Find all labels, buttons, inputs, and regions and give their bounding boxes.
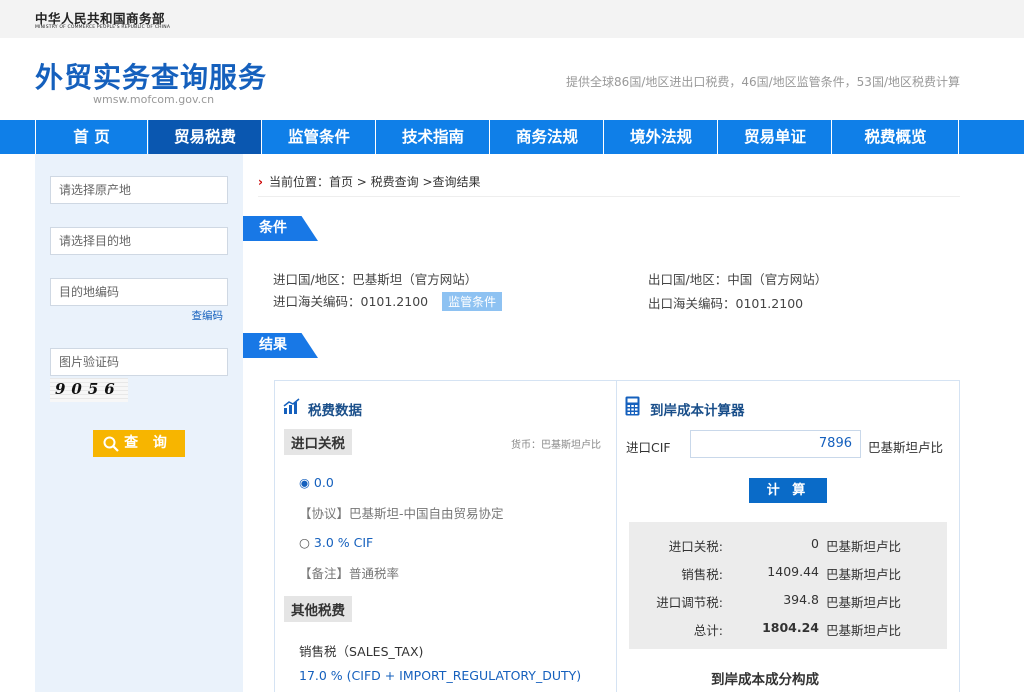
site-tagline: 提供全球86国/地区进出口税费，46国/地区监管条件，53国/地区税费计算 [566,75,960,89]
export-country[interactable]: 出口国/地区：中国（官方网站） [648,269,827,288]
result-unit: 巴基斯坦卢比 [826,567,902,582]
nav-trade-tax[interactable]: 贸易税费 [149,120,262,154]
query-sidebar: 请选择原产地 请选择目的地 目的地编码 查编码 图片验证码 9056 查 询 [35,154,243,692]
calc-result-box: 进口关税: 0 巴基斯坦卢比 销售税: 1409.44 巴基斯坦卢比 进口调节税… [629,522,947,649]
results-tab: 结果 [243,333,318,358]
cif-label: 进口CIF [626,440,671,455]
result-value: 1804.24 [762,620,819,635]
result-label: 进口关税: [668,539,723,554]
top-bar: 中华人民共和国商务部 MINISTRY OF COMMERCE PEOPLE'S… [0,0,1024,38]
import-duty-tag: 进口关税 [284,429,352,455]
result-import-duty: 进口关税: 0 巴基斯坦卢比 [629,536,947,556]
result-label: 进口调节税: [656,595,723,610]
radio-unchecked-icon[interactable]: ○ [299,535,310,550]
result-regulatory-duty: 进口调节税: 394.8 巴基斯坦卢比 [629,592,947,612]
captcha-input[interactable]: 图片验证码 [50,348,228,376]
rate-option-2-note: 【备注】普通税率 [299,566,400,581]
nav-trade-docs[interactable]: 贸易单证 [719,120,832,154]
breadcrumb: › 当前位置：首页 > 税费查询 >查询结果 [258,173,481,190]
nav-home[interactable]: 首 页 [35,120,148,154]
nav-tax-overview[interactable]: 税费概览 [833,120,959,154]
nav-tech-guide[interactable]: 技术指南 [377,120,490,154]
rate-option-2-value: 3.0 % CIF [313,535,374,550]
calculator-icon [625,396,640,416]
export-code: 出口海关编码：0101.2100 [648,296,804,311]
cif-input[interactable]: 7896 [690,430,861,458]
results-divider [616,380,617,692]
rate-option-1-value: 0.0 [313,475,334,490]
captcha-image[interactable]: 9056 [50,378,128,402]
result-label: 总计: [693,623,723,638]
main-nav: 首 页 贸易税费 监管条件 技术指南 商务法规 境外法规 贸易单证 税费概览 [0,120,1024,154]
result-label: 销售税: [681,567,723,582]
nav-commerce-law[interactable]: 商务法规 [491,120,604,154]
search-icon [103,436,119,452]
dest-code-input[interactable]: 目的地编码 [50,278,228,306]
currency-label: 货币：巴基斯坦卢比 [511,440,601,451]
nav-regulatory[interactable]: 监管条件 [263,120,376,154]
site-title[interactable]: 外贸实务查询服务 [35,56,267,96]
result-unit: 巴基斯坦卢比 [826,623,902,638]
rate-option-1-note: 【协议】巴基斯坦-中国自由贸易协定 [299,506,504,521]
other-tax-tag: 其他税费 [284,596,352,622]
import-country[interactable]: 进口国/地区：巴基斯坦（官方网站） [273,269,477,288]
result-unit: 巴基斯坦卢比 [826,539,902,554]
breadcrumb-divider [258,196,960,197]
import-code-row: 进口海关编码：0101.2100 监管条件 [273,291,503,311]
breadcrumb-text[interactable]: 当前位置：首页 > 税费查询 >查询结果 [269,175,481,189]
calculator-title: 到岸成本计算器 [650,403,745,419]
rate-option-1[interactable]: ◉ 0.0 [299,475,334,490]
result-value: 394.8 [783,592,819,607]
sales-tax-formula: 17.0 % (CIFD + IMPORT_REGULATORY_DUTY) [299,668,582,683]
sales-tax-label: 销售税（SALES_TAX) [299,644,424,659]
cif-unit: 巴基斯坦卢比 [868,440,944,455]
result-unit: 巴基斯坦卢比 [826,595,902,610]
chart-icon [283,398,300,414]
destination-select[interactable]: 请选择目的地 [50,227,228,255]
result-total: 总计: 1804.24 巴基斯坦卢比 [629,620,947,640]
radio-checked-icon[interactable]: ◉ [299,475,310,490]
ministry-name-en: MINISTRY OF COMMERCE PEOPLE'S REPUBLIC O… [35,25,171,30]
result-value: 0 [811,536,819,551]
nav-foreign-law[interactable]: 境外法规 [605,120,718,154]
calculate-button[interactable]: 计 算 [749,478,827,503]
query-button[interactable]: 查 询 [93,430,185,457]
cost-composition-title: 到岸成本成分构成 [711,672,819,688]
breadcrumb-arrow-icon: › [258,175,263,189]
tax-panel-title: 税费数据 [308,403,362,419]
lookup-code-link[interactable]: 查编码 [192,308,224,323]
conditions-tab: 条件 [243,216,318,241]
result-value: 1409.44 [767,564,819,579]
import-code: 进口海关编码：0101.2100 [273,294,429,309]
regulatory-button[interactable]: 监管条件 [442,292,503,311]
origin-select[interactable]: 请选择原产地 [50,176,228,204]
result-sales-tax: 销售税: 1409.44 巴基斯坦卢比 [629,564,947,584]
site-url: wmsw.mofcom.gov.cn [93,93,215,106]
rate-option-2[interactable]: ○ 3.0 % CIF [299,535,373,550]
